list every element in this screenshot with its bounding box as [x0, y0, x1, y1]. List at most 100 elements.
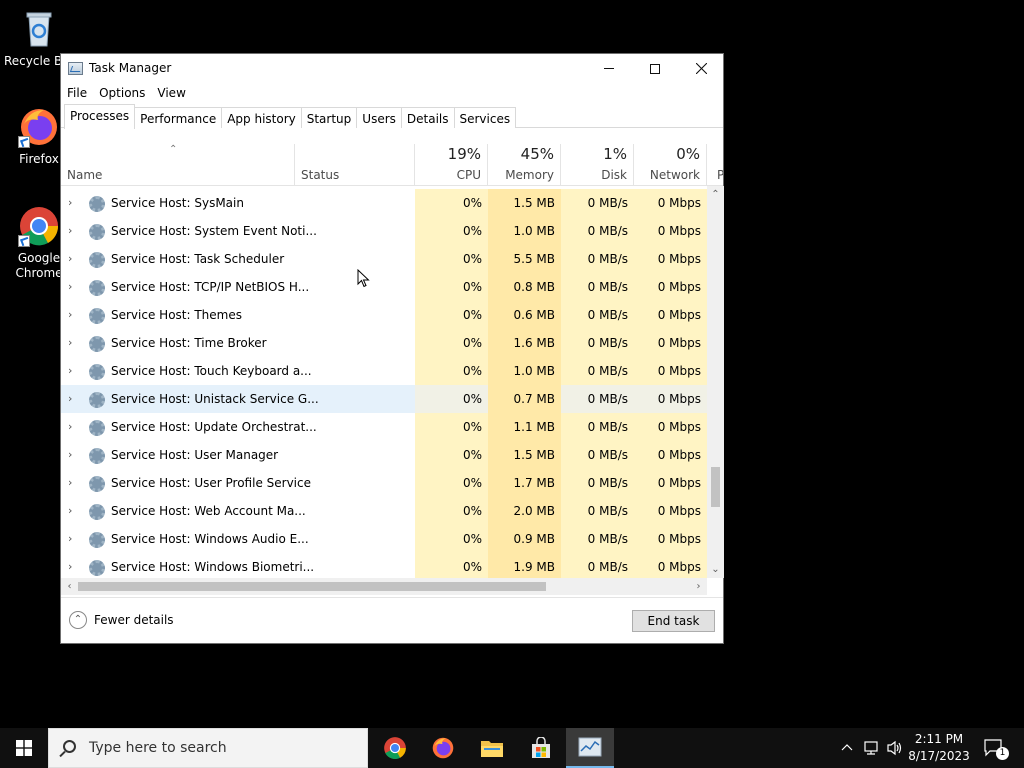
vertical-scrollbar[interactable]: ⌃ ⌄	[707, 186, 724, 578]
menu-file[interactable]: File	[67, 83, 93, 104]
menu-view[interactable]: View	[157, 83, 191, 104]
table-row[interactable]: › Service Host: System Event Noti... 0% 1.0…	[61, 217, 707, 245]
table-row[interactable]: › Service Host: Windows Biometri... 0% 1.9 …	[61, 553, 707, 578]
table-row[interactable]: › Service Host: Web Account Ma... 0% 2.0 MB…	[61, 497, 707, 525]
taskbar-search-box[interactable]: Type here to search	[48, 728, 368, 768]
tab-services[interactable]: Services	[453, 107, 517, 128]
table-row[interactable]: › Service Host: User Profile Service 0% 1.7…	[61, 469, 707, 497]
cpu-value: 0%	[415, 217, 488, 245]
file-explorer-icon	[481, 741, 503, 757]
horizontal-scroll-thumb[interactable]	[78, 582, 546, 591]
chrome-icon	[18, 205, 60, 247]
column-status[interactable]: Status	[295, 144, 415, 186]
table-row[interactable]: › Service Host: Task Scheduler 0% 5.5 MB 0 M…	[61, 245, 707, 273]
end-task-button[interactable]: End task	[632, 610, 715, 632]
taskbar-task-manager[interactable]	[566, 728, 614, 768]
taskbar-chrome[interactable]	[371, 728, 419, 768]
memory-value: 1.7 MB	[488, 469, 561, 497]
disk-value: 0 MB/s	[561, 301, 634, 329]
expand-chevron-icon[interactable]: ›	[68, 441, 80, 469]
disk-total-pct: 1%	[603, 145, 627, 163]
table-row[interactable]: › Service Host: Touch Keyboard a... 0% 1.0 …	[61, 357, 707, 385]
column-network[interactable]: 0% Network	[634, 144, 707, 186]
action-center-button[interactable]: 1	[980, 728, 1010, 768]
footer: ⌃ Fewer details End task	[61, 597, 723, 643]
gear-icon	[89, 392, 105, 408]
minimize-button[interactable]	[586, 54, 632, 83]
disk-value: 0 MB/s	[561, 357, 634, 385]
maximize-button[interactable]	[632, 54, 678, 83]
expand-chevron-icon[interactable]: ›	[68, 245, 80, 273]
expand-chevron-icon[interactable]: ›	[68, 385, 80, 413]
expand-chevron-icon[interactable]: ›	[68, 469, 80, 497]
disk-value: 0 MB/s	[561, 245, 634, 273]
scroll-right-icon[interactable]: ›	[690, 578, 707, 595]
menu-options[interactable]: Options	[99, 83, 151, 104]
column-power-label: P	[717, 168, 723, 182]
fewer-details-link[interactable]: Fewer details	[94, 613, 174, 627]
menu-bar: File Options View	[61, 83, 723, 104]
search-icon	[63, 740, 76, 753]
tab-details[interactable]: Details	[400, 107, 455, 128]
expand-chevron-icon[interactable]: ›	[68, 497, 80, 525]
table-row[interactable]: › Service Host: Themes 0% 0.6 MB 0 MB/s 0 Mbp…	[61, 301, 707, 329]
table-row[interactable]: › Service Host: TCP/IP NetBIOS H... 0% 0.8 …	[61, 273, 707, 301]
table-row[interactable]: › Service Host: User Manager 0% 1.5 MB 0 MB/…	[61, 441, 707, 469]
volume-tray-button[interactable]	[884, 728, 906, 768]
taskbar-clock[interactable]: 2:11 PM 8/17/2023	[906, 731, 972, 765]
tab-processes[interactable]: Processes	[64, 104, 136, 129]
process-name: Service Host: TCP/IP NetBIOS H...	[111, 280, 310, 294]
horizontal-scrollbar[interactable]: ‹ ›	[61, 578, 707, 595]
process-name: Service Host: Time Broker	[111, 336, 267, 350]
table-row[interactable]: › Service Host: Unistack Service G... 0% 0.…	[61, 385, 707, 413]
expand-chevron-icon[interactable]: ›	[68, 525, 80, 553]
taskbar-firefox[interactable]	[419, 728, 467, 768]
tab-app-history[interactable]: App history	[221, 107, 302, 128]
tab-startup[interactable]: Startup	[300, 107, 358, 128]
column-power[interactable]: P	[707, 144, 723, 186]
expand-chevron-icon[interactable]: ›	[68, 301, 80, 329]
memory-value: 0.9 MB	[488, 525, 561, 553]
close-button[interactable]	[678, 54, 724, 83]
network-value: 0 Mbps	[634, 273, 707, 301]
table-row[interactable]: › Service Host: Update Orchestrat... 0% 1.1…	[61, 413, 707, 441]
taskbar-file-explorer[interactable]	[468, 728, 516, 768]
network-value: 0 Mbps	[634, 497, 707, 525]
expand-chevron-icon[interactable]: ›	[68, 189, 80, 217]
table-row[interactable]: › Service Host: Time Broker 0% 1.6 MB 0 MB/s…	[61, 329, 707, 357]
expand-chevron-icon[interactable]: ›	[68, 413, 80, 441]
expand-chevron-icon[interactable]: ›	[68, 273, 80, 301]
gear-icon	[89, 476, 105, 492]
title-bar[interactable]: Task Manager	[61, 54, 723, 83]
show-hidden-icons-button[interactable]	[838, 728, 856, 768]
taskbar-store[interactable]	[517, 728, 565, 768]
gear-icon	[89, 448, 105, 464]
memory-value: 1.5 MB	[488, 189, 561, 217]
column-cpu[interactable]: 19% CPU	[415, 144, 488, 186]
table-row[interactable]: › Service Host: Windows Audio E... 0% 0.9 M…	[61, 525, 707, 553]
network-tray-button[interactable]	[860, 728, 882, 768]
chevron-up-circle-icon[interactable]: ⌃	[69, 611, 87, 629]
expand-chevron-icon[interactable]: ›	[68, 329, 80, 357]
vertical-scroll-thumb[interactable]	[711, 467, 720, 507]
expand-chevron-icon[interactable]: ›	[68, 357, 80, 385]
scroll-left-icon[interactable]: ‹	[61, 578, 78, 595]
column-disk[interactable]: 1% Disk	[561, 144, 634, 186]
tab-users[interactable]: Users	[356, 107, 402, 128]
network-value: 0 Mbps	[634, 189, 707, 217]
cpu-value: 0%	[415, 357, 488, 385]
start-button[interactable]	[0, 728, 48, 768]
column-memory[interactable]: 45% Memory	[488, 144, 561, 186]
gear-icon	[89, 308, 105, 324]
expand-chevron-icon[interactable]: ›	[68, 553, 80, 578]
cpu-value: 0%	[415, 189, 488, 217]
cpu-value: 0%	[415, 273, 488, 301]
scroll-down-icon[interactable]: ⌄	[707, 561, 724, 578]
table-row[interactable]: › Service Host: SysMain 0% 1.5 MB 0 MB/s 0 Mb…	[61, 189, 707, 217]
column-name[interactable]: ⌃ Name	[61, 144, 295, 186]
cpu-value: 0%	[415, 385, 488, 413]
mouse-cursor-icon	[357, 269, 370, 288]
expand-chevron-icon[interactable]: ›	[68, 217, 80, 245]
scroll-up-icon[interactable]: ⌃	[707, 186, 724, 203]
tab-performance[interactable]: Performance	[134, 107, 223, 128]
